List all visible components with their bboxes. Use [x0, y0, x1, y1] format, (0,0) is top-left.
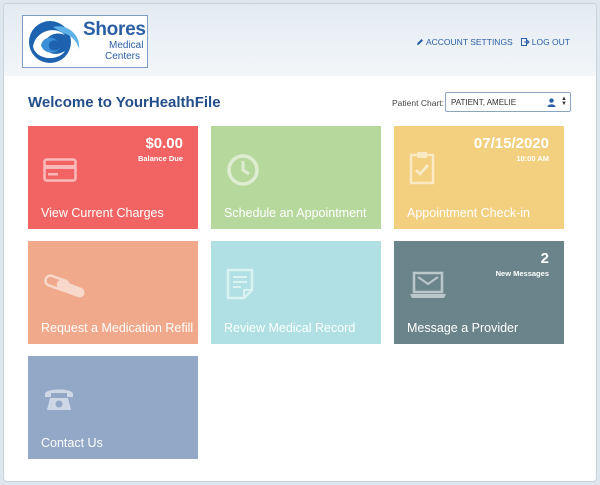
account-settings-label: ACCOUNT SETTINGS — [425, 37, 513, 47]
brand-name: Shores — [83, 19, 146, 40]
tile-request-medication-refill[interactable]: Request a Medication Refill — [28, 241, 198, 344]
tile-schedule-appointment[interactable]: Schedule an Appointment — [211, 126, 381, 229]
laptop-mail-icon — [410, 271, 446, 298]
tile-label: Schedule an Appointment — [224, 206, 367, 220]
tile-view-current-charges[interactable]: $0.00 Balance Due View Current Charges — [28, 126, 198, 229]
logo[interactable]: Shores Medical Centers — [22, 15, 148, 68]
brand-subtitle-1: Medical — [109, 40, 144, 51]
page-title: Welcome to YourHealthFile — [28, 94, 221, 111]
new-messages-caption: New Messages — [495, 269, 549, 278]
appointment-date: 07/15/2020 — [473, 135, 549, 152]
patient-chart-select[interactable]: PATIENT, AMELIE ▲ ▼ — [445, 92, 571, 112]
tile-label: Appointment Check-in — [407, 206, 530, 220]
tile-label: Message a Provider — [407, 321, 519, 335]
brand-subtitle-2: Centers — [105, 51, 141, 62]
tile-label: Review Medical Record — [224, 321, 356, 335]
pencil-icon — [416, 39, 423, 45]
user-icon — [547, 98, 556, 107]
select-arrows-icon: ▲ ▼ — [561, 96, 567, 107]
log-out-label: LOG OUT — [531, 37, 570, 47]
tile-contact-us[interactable]: Contact Us — [28, 356, 198, 459]
account-settings-link[interactable]: ACCOUNT SETTINGS — [416, 37, 513, 47]
log-out-icon — [520, 38, 530, 46]
pills-icon — [44, 274, 85, 298]
patient-chart-label: Patient Chart: — [392, 98, 444, 108]
tile-label: Request a Medication Refill — [41, 321, 194, 335]
tile-message-provider[interactable]: 2 New Messages Message a Provider — [394, 241, 564, 344]
tile-label: Contact Us — [41, 436, 103, 450]
patient-chart-value: PATIENT, AMELIE — [451, 97, 517, 107]
tile-label: View Current Charges — [41, 206, 164, 220]
top-links: ACCOUNT SETTINGS LOG OUT — [416, 37, 570, 47]
balance-caption: Balance Due — [137, 154, 183, 163]
tile-review-medical-record[interactable]: Review Medical Record — [211, 241, 381, 344]
new-messages-count: 2 — [540, 250, 549, 267]
balance-amount: $0.00 — [145, 135, 183, 152]
log-out-link[interactable]: LOG OUT — [520, 37, 570, 47]
tile-appointment-check-in[interactable]: 07/15/2020 10:00 AM Appointment Check-in — [394, 126, 564, 229]
wave-logo-icon — [29, 21, 80, 63]
clock-icon — [227, 154, 259, 186]
credit-card-icon — [43, 158, 77, 182]
telephone-icon — [45, 389, 73, 410]
appointment-time: 10:00 AM — [516, 154, 549, 163]
document-icon — [226, 268, 254, 300]
app-window: Shores Medical Centers ACCOUNT SETTINGS … — [3, 3, 597, 482]
clipboard-check-icon — [409, 152, 435, 185]
header: Shores Medical Centers ACCOUNT SETTINGS … — [4, 4, 596, 76]
